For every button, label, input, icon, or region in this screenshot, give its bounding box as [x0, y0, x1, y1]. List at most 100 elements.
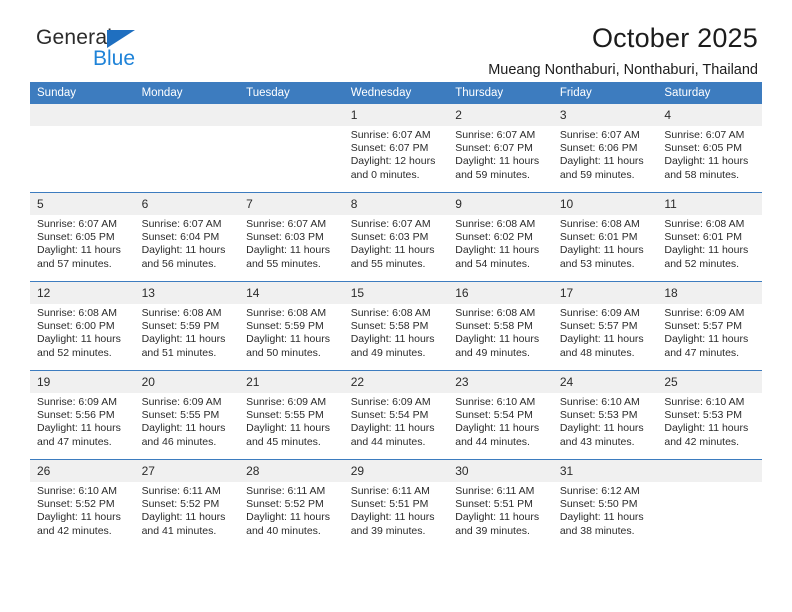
day-number: 10 [552, 193, 658, 215]
calendar-day-cell[interactable]: 6 Sunrise: 6:07 AM Sunset: 6:04 PM Daylight… [134, 192, 240, 282]
calendar-day-cell[interactable]: 20 Sunrise: 6:09 AM Sunset: 5:55 PM Dayligh… [134, 370, 240, 460]
day-number: 16 [448, 282, 553, 304]
day-number: 23 [448, 371, 553, 393]
weekday-header-monday: Monday [134, 82, 240, 104]
calendar-day-cell[interactable]: 28 Sunrise: 6:11 AM Sunset: 5:52 PM Dayligh… [239, 459, 344, 548]
calendar-day-cell-empty [30, 104, 135, 193]
sunset-text: Sunset: 5:51 PM [350, 498, 429, 511]
daylight-text: Daylight: 11 hours and 41 minutes. [141, 511, 226, 537]
calendar-day-cell[interactable]: 21 Sunrise: 6:09 AM Sunset: 5:55 PM Dayligh… [239, 370, 344, 460]
day-sun-info: Sunrise: 6:07 AM Sunset: 6:05 PM Daylight:… [657, 126, 762, 182]
sunset-text: Sunset: 5:52 PM [37, 498, 115, 511]
calendar-day-cell[interactable]: 23 Sunrise: 6:10 AM Sunset: 5:54 PM Dayligh… [448, 370, 553, 460]
calendar-day-cell[interactable]: 12 Sunrise: 6:08 AM Sunset: 6:00 PM Dayligh… [30, 281, 135, 371]
calendar-day-cell[interactable]: 2 Sunrise: 6:07 AM Sunset: 6:07 PM Daylight… [448, 104, 553, 193]
sunset-text: Sunset: 6:07 PM [350, 142, 429, 155]
calendar-day-cell[interactable]: 30 Sunrise: 6:11 AM Sunset: 5:51 PM Dayligh… [448, 459, 553, 548]
calendar-day-cell[interactable]: 26 Sunrise: 6:10 AM Sunset: 5:52 PM Dayligh… [30, 459, 135, 548]
day-sun-info: Sunrise: 6:08 AM Sunset: 6:02 PM Daylight:… [448, 215, 553, 271]
sunset-text: Sunset: 6:01 PM [664, 231, 743, 244]
sunrise-text: Sunrise: 6:09 AM [664, 307, 745, 319]
calendar-day-cell[interactable]: 1 Sunrise: 6:07 AM Sunset: 6:07 PM Daylight… [343, 104, 449, 193]
calendar-day-cell[interactable]: 17 Sunrise: 6:09 AM Sunset: 5:57 PM Dayligh… [552, 281, 658, 371]
weekday-header-sunday: Sunday [30, 82, 135, 104]
sunset-text: Sunset: 5:56 PM [37, 409, 115, 422]
sunrise-text: Sunrise: 6:08 AM [664, 218, 745, 230]
day-sun-info: Sunrise: 6:07 AM Sunset: 6:07 PM Daylight:… [448, 126, 553, 182]
calendar-day-cell[interactable]: 8 Sunrise: 6:07 AM Sunset: 6:03 PM Daylight… [343, 192, 449, 282]
daylight-text: Daylight: 11 hours and 48 minutes. [559, 333, 644, 359]
sunset-text: Sunset: 5:55 PM [246, 409, 324, 422]
sunset-text: Sunset: 5:55 PM [141, 409, 220, 422]
day-cell-body: 2 Sunrise: 6:07 AM Sunset: 6:07 PM Daylight… [448, 104, 553, 192]
calendar-day-cell[interactable]: 16 Sunrise: 6:08 AM Sunset: 5:58 PM Dayligh… [448, 281, 553, 371]
calendar-day-cell[interactable]: 25 Sunrise: 6:10 AM Sunset: 5:53 PM Dayligh… [657, 370, 762, 460]
sunset-text: Sunset: 6:05 PM [37, 231, 115, 244]
day-cell-body: 11 Sunrise: 6:08 AM Sunset: 6:01 PM Dayligh… [657, 193, 762, 281]
day-number: 7 [239, 193, 344, 215]
blue-triangle-flag-icon [107, 30, 135, 48]
calendar-day-cell[interactable]: 18 Sunrise: 6:09 AM Sunset: 5:57 PM Dayligh… [657, 281, 762, 371]
day-sun-info: Sunrise: 6:10 AM Sunset: 5:53 PM Daylight:… [553, 393, 658, 449]
calendar-day-cell[interactable]: 3 Sunrise: 6:07 AM Sunset: 6:06 PM Daylight… [552, 104, 658, 193]
location-subtitle: Mueang Nonthaburi, Nonthaburi, Thailand [488, 62, 758, 78]
day-number: 25 [657, 371, 762, 393]
calendar-day-cell[interactable]: 31 Sunrise: 6:12 AM Sunset: 5:50 PM Dayligh… [552, 459, 658, 548]
calendar-day-cell[interactable]: 24 Sunrise: 6:10 AM Sunset: 5:53 PM Dayligh… [552, 370, 658, 460]
calendar-day-cell[interactable]: 10 Sunrise: 6:08 AM Sunset: 6:01 PM Dayligh… [552, 192, 658, 282]
day-sun-info: Sunrise: 6:08 AM Sunset: 6:01 PM Daylight:… [553, 215, 658, 271]
calendar-day-cell[interactable]: 22 Sunrise: 6:09 AM Sunset: 5:54 PM Dayligh… [343, 370, 449, 460]
sunrise-text: Sunrise: 6:07 AM [141, 218, 222, 230]
daylight-text: Daylight: 11 hours and 45 minutes. [246, 422, 330, 448]
day-number: 5 [30, 193, 135, 215]
day-number [134, 104, 240, 126]
calendar-day-cell[interactable]: 4 Sunrise: 6:07 AM Sunset: 6:05 PM Daylight… [657, 104, 762, 193]
day-number: 12 [30, 282, 135, 304]
day-number: 30 [448, 460, 553, 482]
day-cell-body: 21 Sunrise: 6:09 AM Sunset: 5:55 PM Dayligh… [239, 371, 344, 459]
day-sun-info: Sunrise: 6:09 AM Sunset: 5:55 PM Daylight:… [135, 393, 240, 449]
general-blue-logo[interactable]: General Blue [36, 26, 166, 76]
day-cell-body: 16 Sunrise: 6:08 AM Sunset: 5:58 PM Dayligh… [448, 282, 553, 370]
sunset-text: Sunset: 5:53 PM [559, 409, 638, 422]
day-sun-info: Sunrise: 6:10 AM Sunset: 5:52 PM Daylight:… [30, 482, 135, 538]
sunrise-text: Sunrise: 6:11 AM [246, 485, 326, 497]
calendar-day-cell[interactable]: 15 Sunrise: 6:08 AM Sunset: 5:58 PM Dayligh… [343, 281, 449, 371]
sunrise-text: Sunrise: 6:10 AM [455, 396, 536, 408]
calendar-day-cell-empty [657, 459, 762, 548]
day-cell-body [30, 104, 135, 192]
sunrise-text: Sunrise: 6:11 AM [350, 485, 430, 497]
calendar-day-cell[interactable]: 27 Sunrise: 6:11 AM Sunset: 5:52 PM Dayligh… [134, 459, 240, 548]
calendar-day-cell[interactable]: 13 Sunrise: 6:08 AM Sunset: 5:59 PM Dayligh… [134, 281, 240, 371]
sunrise-text: Sunrise: 6:09 AM [141, 396, 222, 408]
daylight-text: Daylight: 11 hours and 40 minutes. [246, 511, 330, 537]
calendar-day-cell[interactable]: 5 Sunrise: 6:07 AM Sunset: 6:05 PM Daylight… [30, 192, 135, 282]
daylight-text: Daylight: 11 hours and 59 minutes. [559, 155, 644, 181]
sunrise-text: Sunrise: 6:07 AM [37, 218, 117, 230]
day-cell-body: 19 Sunrise: 6:09 AM Sunset: 5:56 PM Dayligh… [30, 371, 135, 459]
daylight-text: Daylight: 11 hours and 47 minutes. [37, 422, 121, 448]
sunset-text: Sunset: 5:50 PM [559, 498, 638, 511]
daylight-text: Daylight: 11 hours and 53 minutes. [559, 244, 644, 270]
day-number [657, 460, 762, 482]
day-number: 22 [343, 371, 449, 393]
sunrise-sunset-calendar: Sunday Monday Tuesday Wednesday Thursday… [30, 82, 762, 548]
weekday-header-thursday: Thursday [448, 82, 553, 104]
calendar-day-cell[interactable]: 29 Sunrise: 6:11 AM Sunset: 5:51 PM Dayligh… [343, 459, 449, 548]
day-number: 17 [552, 282, 658, 304]
calendar-day-cell[interactable]: 11 Sunrise: 6:08 AM Sunset: 6:01 PM Dayligh… [657, 192, 762, 282]
sunrise-text: Sunrise: 6:08 AM [141, 307, 222, 319]
calendar-day-cell[interactable]: 14 Sunrise: 6:08 AM Sunset: 5:59 PM Dayligh… [239, 281, 344, 371]
sunset-text: Sunset: 6:00 PM [37, 320, 115, 333]
day-sun-info: Sunrise: 6:08 AM Sunset: 5:58 PM Daylight:… [448, 304, 553, 360]
sunset-text: Sunset: 6:02 PM [455, 231, 533, 244]
calendar-day-cell[interactable]: 19 Sunrise: 6:09 AM Sunset: 5:56 PM Dayligh… [30, 370, 135, 460]
calendar-day-cell[interactable]: 9 Sunrise: 6:08 AM Sunset: 6:02 PM Daylight… [448, 192, 553, 282]
day-cell-body: 13 Sunrise: 6:08 AM Sunset: 5:59 PM Dayligh… [134, 282, 240, 370]
day-sun-info: Sunrise: 6:09 AM Sunset: 5:55 PM Daylight:… [239, 393, 344, 449]
day-number: 27 [134, 460, 240, 482]
calendar-day-cell[interactable]: 7 Sunrise: 6:07 AM Sunset: 6:03 PM Daylight… [239, 192, 344, 282]
sunset-text: Sunset: 6:05 PM [664, 142, 743, 155]
day-sun-info: Sunrise: 6:10 AM Sunset: 5:53 PM Daylight:… [657, 393, 762, 449]
day-cell-body: 6 Sunrise: 6:07 AM Sunset: 6:04 PM Daylight… [134, 193, 240, 281]
